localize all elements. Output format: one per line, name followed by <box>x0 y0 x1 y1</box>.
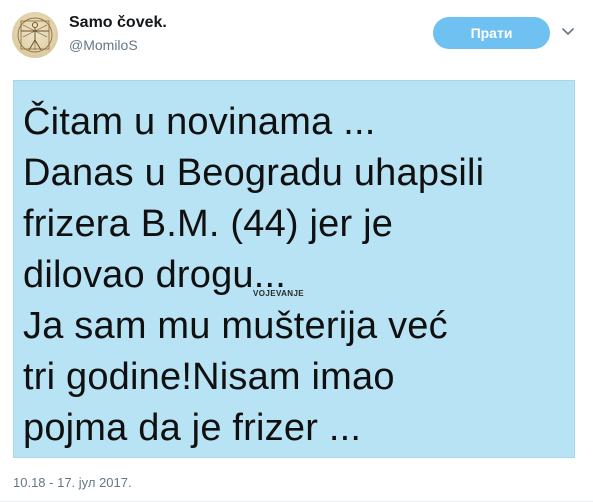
meme-text-line: Danas u Beogradu uhapsili <box>23 152 485 194</box>
vitruvian-man-avatar-icon <box>17 17 53 53</box>
meme-text-line: dilovao drogu... <box>23 254 287 296</box>
watermark: VOJEVANJE <box>253 289 305 298</box>
meme-text-line: tri godine!Nisam imao <box>23 356 395 398</box>
meme-text-line: Čitam u novinama ... <box>23 101 376 143</box>
avatar[interactable] <box>12 12 58 58</box>
author-name[interactable]: Samo čovek. <box>69 14 167 32</box>
author-handle[interactable]: @MomiloS <box>69 37 138 53</box>
meme-text-line: Ja sam mu mušterija već <box>23 305 448 347</box>
meme-text-line: frizera B.M. (44) jer je <box>23 203 394 245</box>
follow-button[interactable]: Прати <box>433 17 550 49</box>
tweet-timestamp[interactable]: 10.18 - 17. јул 2017. <box>13 475 132 490</box>
tweet-image[interactable]: Čitam u novinama ... Danas u Beogradu uh… <box>13 80 575 458</box>
tweet-card: Samo čovek. @MomiloS Прати Čitam u novin… <box>0 0 593 502</box>
meme-text-line: pojma da je frizer ... <box>23 407 362 449</box>
chevron-down-icon[interactable] <box>560 24 576 40</box>
